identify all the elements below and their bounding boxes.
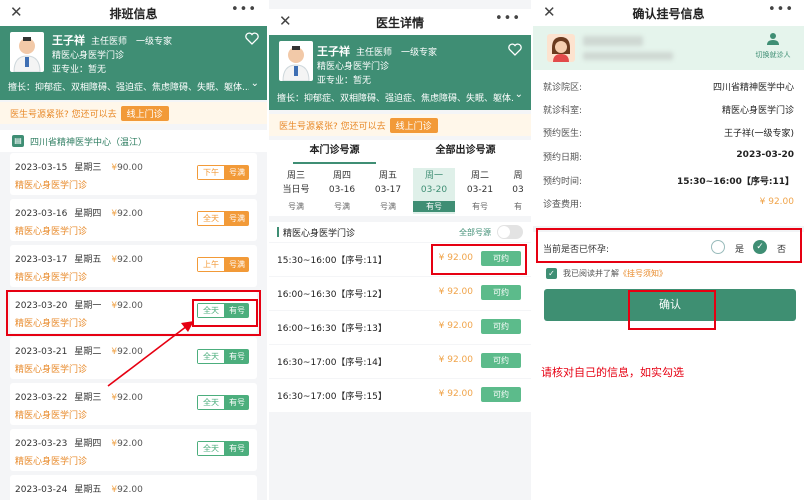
confirm-topbar: ✕ 确认挂号信息 ••• [533, 0, 804, 26]
agree-text: 我已阅读并了解 [563, 269, 619, 278]
slot-price: ¥ 92.00 [438, 355, 473, 365]
switch-patient-button[interactable]: 切换就诊人 [752, 32, 794, 60]
time-slot[interactable]: 16:00~16:30【序号:13】 ¥ 92.00 可约 [269, 311, 531, 344]
date-column[interactable]: 周五 03-17 号满 [367, 168, 409, 214]
date-column[interactable]: 周 03 有 [505, 168, 531, 214]
date-column[interactable]: 周二 03-21 有号 [459, 168, 501, 214]
doctor-name: 王子祥 主任医师 一级专家 [317, 45, 438, 58]
slot-time: 16:00~16:30【序号:13】 [277, 324, 387, 334]
person-switch-icon [767, 33, 779, 45]
notice-strip: 医生号源紧张? 您还可以去 线上门诊 [269, 114, 531, 136]
source-tabs: 本门诊号源 全部出诊号源 [269, 140, 531, 164]
highlight-box [536, 228, 802, 263]
patient-avatar [547, 34, 575, 62]
annotation-arrow [107, 321, 194, 387]
chevron-down-icon[interactable]: ⌄ [515, 89, 523, 100]
date-column-selected[interactable]: 周一 03-20 有号 [413, 168, 455, 214]
time-slot[interactable]: 16:30~17:00【序号:15】 ¥ 92.00 可约 [269, 379, 531, 412]
more-icon[interactable]: ••• [495, 11, 521, 26]
schedule-panel: ✕ 排班信息 ••• 王子祥 主任医师 一级专家 精医心身医学门诊 亚专业：暂无 … [0, 0, 267, 500]
online-clinic-button[interactable]: 线上门诊 [389, 117, 438, 133]
patient-id-masked [583, 52, 673, 60]
detail-topbar: ✕ 医生详情 ••• [269, 9, 531, 35]
doctor-card: 王子祥 主任医师 一级专家 精医心身医学门诊 亚专业：暂无 擅长：抑郁症、双相障碍… [269, 35, 531, 110]
date-selector: 周三 当日号 号满 周四 03-16 号满 周五 03-17 号满 周一 03-20 有号 周二… [269, 164, 531, 216]
notice-text: 医生号源紧张? 您还可以去 [279, 121, 386, 132]
slot-time: 16:30~17:00【序号:15】 [277, 392, 387, 402]
notice-link[interactable]: 《挂号须知》 [619, 268, 667, 279]
book-button[interactable]: 可约 [481, 387, 521, 402]
time-slot[interactable]: 16:00~16:30【序号:12】 ¥ 92.00 可约 [269, 277, 531, 310]
patient-header: 切换就诊人 [533, 26, 804, 70]
slot-time: 15:30~16:00【序号:11】 [277, 256, 387, 266]
doctor-detail-panel: ✕ 医生详情 ••• 王子祥 主任医师 一级专家 精医心身医学门诊 亚专业：暂无 … [269, 0, 531, 500]
page-title: 确认挂号信息 [632, 6, 705, 21]
slot-time: 16:30~17:00【序号:14】 [277, 358, 387, 368]
time-slot[interactable]: 16:30~17:00【序号:14】 ¥ 92.00 可约 [269, 345, 531, 378]
heart-icon[interactable] [508, 43, 522, 56]
confirm-panel: ✕ 确认挂号信息 ••• 切换就诊人 就诊院区: 四川省精神医学中心 就诊科室: 精… [533, 0, 804, 500]
all-sources-toggle[interactable] [497, 225, 523, 239]
slot-price: ¥ 92.00 [438, 321, 473, 331]
page-title: 医生详情 [375, 15, 424, 30]
close-icon[interactable]: ✕ [279, 12, 292, 30]
date-column[interactable]: 周三 当日号 号满 [275, 168, 317, 214]
switch-patient-label: 切换就诊人 [755, 51, 791, 59]
agree-row: ✓ 我已阅读并了解 《挂号须知》 [546, 268, 667, 279]
info-row-doctor: 预约医生: 王子祥(一级专家) [543, 129, 794, 139]
doctor-dept: 精医心身医学门诊 [317, 62, 390, 72]
close-icon[interactable]: ✕ [543, 3, 556, 21]
annotation-text: 请核对自己的信息，如实勾选 [541, 366, 684, 379]
doctor-avatar [279, 41, 313, 81]
section-bar [277, 227, 279, 237]
more-icon[interactable]: ••• [768, 2, 794, 17]
info-row-fee: 诊查费用: ¥ 92.00 [543, 197, 794, 210]
section-header: 精医心身医学门诊 全部号源 [269, 222, 531, 242]
section-label: 精医心身医学门诊 [283, 229, 356, 239]
doctor-subspecialty: 亚专业：暂无 [317, 76, 372, 86]
info-row-campus: 就诊院区: 四川省精神医学中心 [543, 83, 794, 93]
tab-all-sources[interactable]: 全部出诊号源 [400, 140, 531, 164]
slot-time: 16:00~16:30【序号:12】 [277, 290, 387, 300]
date-column[interactable]: 周四 03-16 号满 [321, 168, 363, 214]
book-button[interactable]: 可约 [481, 353, 521, 368]
book-button[interactable]: 可约 [481, 319, 521, 334]
empty-area [269, 413, 531, 500]
slot-price: ¥ 92.00 [438, 287, 473, 297]
all-sources-label: 全部号源 [459, 228, 491, 237]
info-row-date: 预约日期: 2023-03-20 [543, 150, 794, 163]
agree-checkbox[interactable]: ✓ [546, 268, 557, 279]
tab-clinic-sources[interactable]: 本门诊号源 [269, 140, 400, 164]
highlight-box [431, 244, 527, 275]
doctor-specialty: 擅长：抑郁症、双相障碍、强迫症、焦虑障碍、失眠、躯体... [277, 94, 513, 104]
patient-name-masked [583, 36, 643, 46]
info-row-dept: 就诊科室: 精医心身医学门诊 [543, 106, 794, 116]
info-row-time: 预约时间: 15:30~16:00【序号:11】 [543, 177, 794, 187]
slot-price: ¥ 92.00 [438, 389, 473, 399]
book-button[interactable]: 可约 [481, 285, 521, 300]
highlight-box [628, 290, 716, 330]
